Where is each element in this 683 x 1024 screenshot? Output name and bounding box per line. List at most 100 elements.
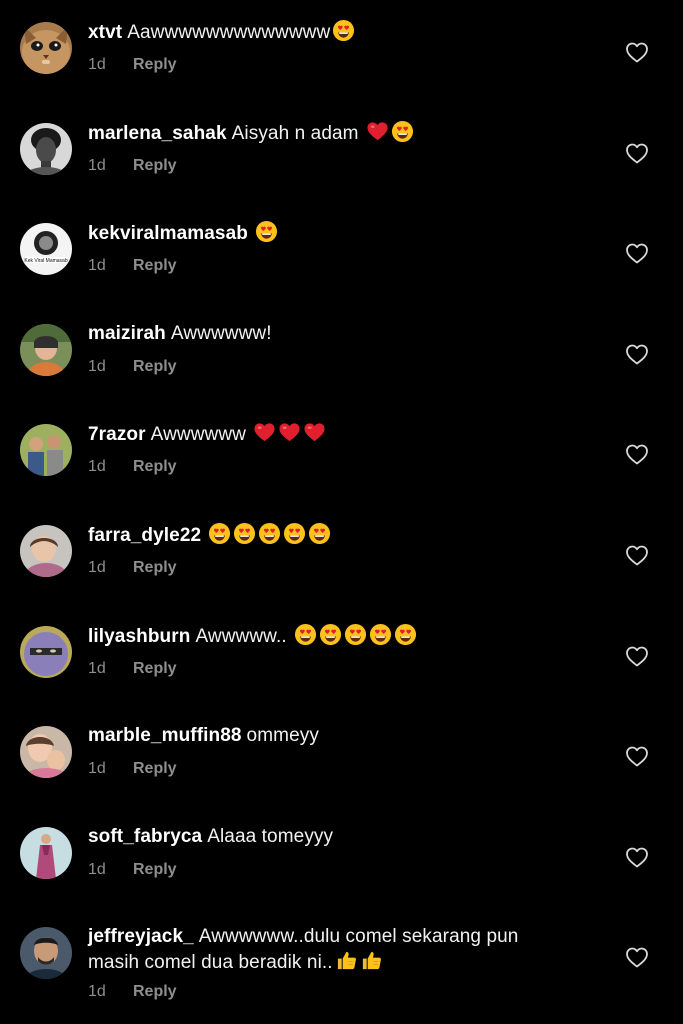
comment-meta: 1d Reply <box>88 559 177 577</box>
logo-avatar-icon: Kek Viral Mamasab <box>20 223 72 276</box>
red-heart-emoji-icon <box>303 421 326 451</box>
red-heart-emoji-icon <box>366 120 389 150</box>
comment-time: 1d <box>88 659 106 677</box>
reply-button[interactable]: Reply <box>133 157 177 174</box>
comment-body: Aisyah n adam <box>231 122 359 144</box>
comment-text: soft_fabryca Alaaa tomeyyy <box>88 824 558 849</box>
like-heart-icon[interactable] <box>625 343 649 365</box>
avatar[interactable] <box>20 826 72 879</box>
avatar[interactable] <box>20 323 72 376</box>
avatar[interactable] <box>20 625 72 678</box>
hijab-avatar-icon <box>20 625 72 678</box>
reply-button[interactable]: Reply <box>133 56 177 73</box>
heart-eyes-emoji-icon <box>283 522 306 552</box>
comment-text: maizirah Awwwwww! <box>88 321 558 346</box>
heart-eyes-emoji-icon <box>332 19 355 49</box>
like-heart-icon[interactable] <box>625 443 649 465</box>
photo-avatar-icon <box>20 323 72 376</box>
comment-username[interactable]: farra_dyle22 <box>88 525 201 546</box>
heart-eyes-emoji-icon <box>255 220 278 250</box>
comment-time: 1d <box>88 357 106 375</box>
comment-text: xtvt Aawwwwwwwwwwwww <box>88 19 558 49</box>
dress-avatar-icon <box>20 826 72 879</box>
reply-button[interactable]: Reply <box>133 358 177 375</box>
comment-username[interactable]: soft_fabryca <box>88 826 202 847</box>
comment-text: jeffreyjack_ Awwwwww..dulu comel sekarang… <box>88 924 558 979</box>
comment-username[interactable]: marble_muffin88 <box>88 725 242 746</box>
comment-meta: 1d Reply <box>88 760 177 778</box>
heart-eyes-emoji-icon <box>294 623 317 653</box>
reply-button[interactable]: Reply <box>133 559 177 576</box>
heart-eyes-emoji-icon <box>233 522 256 552</box>
like-heart-icon[interactable] <box>625 544 649 566</box>
comment-body: Alaaa tomeyyy <box>207 825 334 847</box>
reply-button[interactable]: Reply <box>133 861 177 878</box>
like-heart-icon[interactable] <box>625 745 649 767</box>
family-avatar-icon <box>20 726 72 779</box>
comment-meta: 1d Reply <box>88 257 177 275</box>
portrait-bw-avatar-icon <box>20 122 72 175</box>
comment-text: farra_dyle22 <box>88 522 558 552</box>
comment-username[interactable]: 7razor <box>88 424 146 445</box>
svg-text:Kek Viral Mamasab: Kek Viral Mamasab <box>24 258 67 264</box>
comment-time: 1d <box>88 760 106 778</box>
heart-eyes-emoji-icon <box>344 623 367 653</box>
reply-button[interactable]: Reply <box>133 760 177 777</box>
avatar[interactable] <box>20 22 72 74</box>
heart-eyes-emoji-icon <box>308 522 331 552</box>
comment-time: 1d <box>88 559 106 576</box>
comment-body: ommeyy <box>246 725 319 747</box>
reply-button[interactable]: Reply <box>133 983 177 1000</box>
photo-avatar-icon <box>20 525 72 577</box>
avatar[interactable] <box>20 424 72 477</box>
comment-text: kekviralmamasab <box>88 220 558 250</box>
comment-meta: 1d Reply <box>88 861 177 879</box>
thumbs-up-emoji-icon <box>335 949 358 979</box>
comment-username[interactable]: kekviralmamasab <box>88 223 248 244</box>
comment-text: marlena_sahak Aisyah n adam <box>88 120 558 150</box>
like-heart-icon[interactable] <box>625 846 649 868</box>
comment-time: 1d <box>88 860 106 878</box>
thumbs-up-emoji-icon <box>360 949 383 979</box>
comment-username[interactable]: marlena_sahak <box>88 123 227 144</box>
comment-body: Awwwwww <box>150 424 246 446</box>
man-avatar-icon <box>20 927 72 980</box>
avatar[interactable] <box>20 122 72 175</box>
heart-eyes-emoji-icon <box>319 623 342 653</box>
heart-eyes-emoji-icon <box>208 522 231 552</box>
comment-time: 1d <box>88 458 106 476</box>
comment-username[interactable]: xtvt <box>88 22 122 43</box>
reply-button[interactable]: Reply <box>133 660 177 677</box>
comment-meta: 1d Reply <box>88 56 177 74</box>
avatar[interactable] <box>20 525 72 577</box>
comment-meta: 1d Reply <box>88 157 177 175</box>
comment-time: 1d <box>88 156 106 174</box>
like-heart-icon[interactable] <box>625 242 649 264</box>
heart-eyes-emoji-icon <box>391 120 414 150</box>
comment-meta: 1d Reply <box>88 458 177 476</box>
comment-body: Aawwwwwwwwwwwww <box>127 22 331 43</box>
like-heart-icon[interactable] <box>625 41 649 63</box>
reply-button[interactable]: Reply <box>133 257 177 274</box>
red-heart-emoji-icon <box>278 421 301 451</box>
heart-eyes-emoji-icon <box>394 623 417 653</box>
like-heart-icon[interactable] <box>625 142 649 164</box>
avatar[interactable] <box>20 726 72 779</box>
group-photo-avatar-icon <box>20 424 72 477</box>
comment-username[interactable]: maizirah <box>88 323 166 344</box>
reply-button[interactable]: Reply <box>133 458 177 475</box>
like-heart-icon[interactable] <box>625 946 649 968</box>
comment-username[interactable]: jeffreyjack_ <box>88 926 194 947</box>
avatar[interactable] <box>20 927 72 980</box>
like-heart-icon[interactable] <box>625 645 649 667</box>
red-heart-emoji-icon <box>253 421 276 451</box>
comment-text: 7razor Awwwwww <box>88 421 558 451</box>
avatar[interactable]: Kek Viral Mamasab <box>20 223 72 276</box>
heart-eyes-emoji-icon <box>258 522 281 552</box>
comment-meta: 1d Reply <box>88 358 177 376</box>
comment-time: 1d <box>88 257 106 275</box>
comment-text: marble_muffin88 ommeyy <box>88 723 558 748</box>
comment-meta: 1d Reply <box>88 983 177 1001</box>
comment-username[interactable]: lilyashburn <box>88 626 190 647</box>
comment-meta: 1d Reply <box>88 660 177 678</box>
